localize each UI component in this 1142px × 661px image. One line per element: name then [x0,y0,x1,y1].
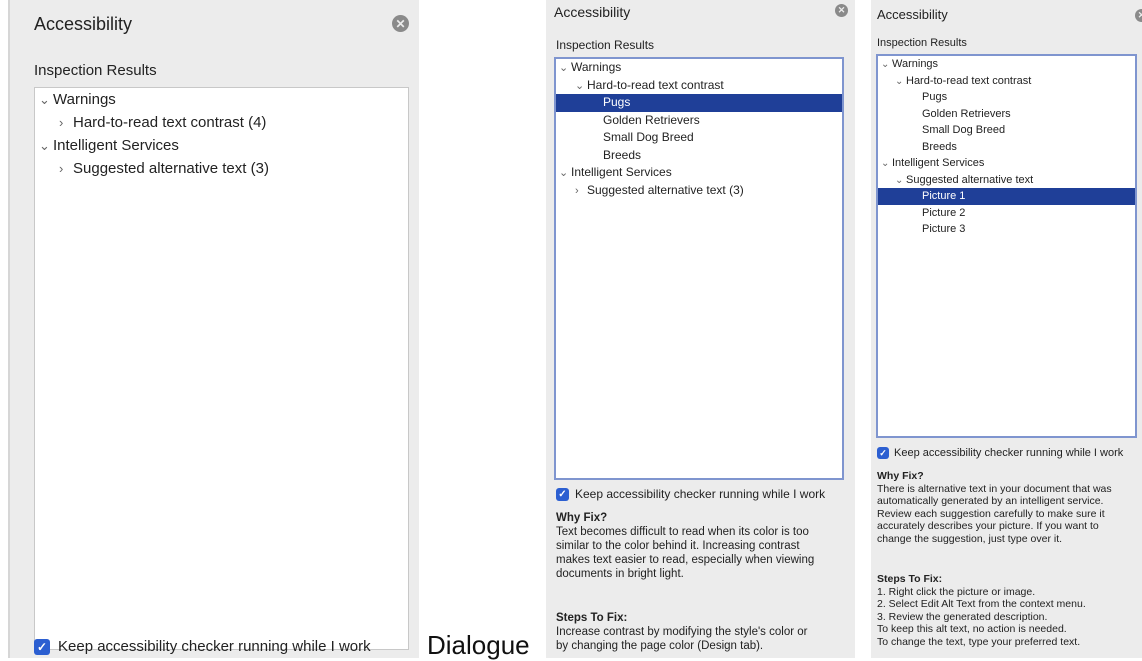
why-fix-line: change the suggestion, just type over it… [877,532,1063,545]
pane-title: Accessibility [877,7,948,22]
pane-title: Accessibility [34,14,133,34]
tree-item-intelligent-services[interactable]: ⌄ Intelligent Services [556,164,842,182]
keep-checker-running-checkbox[interactable]: ✓ Keep accessibility checker running whi… [34,638,371,655]
accessibility-pane-alt-text: Accessibility ✕ Inspection Results ⌄ Warn… [871,0,1142,658]
chevron-down-icon[interactable]: ⌄ [895,74,906,91]
why-fix-section: Why Fix? Text becomes difficult to read … [556,511,850,581]
tree-item-hard-to-read-contrast[interactable]: ⌄ Hard-to-read text contrast [556,77,842,95]
chevron-down-icon[interactable]: ⌄ [559,60,571,78]
why-fix-heading: Why Fix? [556,512,608,524]
keep-checker-running-checkbox[interactable]: ✓ Keep accessibility checker running whi… [877,447,1123,459]
close-icon[interactable]: ✕ [1135,9,1142,22]
keep-checker-running-checkbox[interactable]: ✓ Keep accessibility checker running whi… [556,487,825,501]
chevron-right-icon[interactable]: › [59,157,73,180]
tree-item-golden-retrievers[interactable]: Golden Retrievers [878,106,1135,123]
steps-line: Increase contrast by modifying the style… [556,626,808,638]
tree-item-suggested-alt-text[interactable]: › Suggested alternative text (3) [556,182,842,200]
chevron-down-icon[interactable]: ⌄ [881,57,892,74]
pane-title: Accessibility [554,4,631,20]
tree-item-pugs[interactable]: Pugs [556,94,842,112]
inspection-results-heading: Inspection Results [34,62,157,79]
tree-item-intelligent-services[interactable]: ⌄ Intelligent Services [35,134,408,157]
keep-checker-label: Keep accessibility checker running while… [58,638,371,655]
keep-checker-label: Keep accessibility checker running while… [894,447,1124,459]
tree-item-picture-1[interactable]: Picture 1 [878,188,1135,205]
steps-heading: Steps To Fix: [877,573,943,585]
why-fix-section: Why Fix? There is alternative text in yo… [877,470,1139,545]
tree-item-warnings[interactable]: ⌄ Warnings [556,59,842,77]
why-fix-line: Text becomes difficult to read when its … [556,526,809,538]
chevron-right-icon[interactable]: › [575,183,587,201]
inspection-results-heading: Inspection Results [556,38,655,52]
why-fix-line: Review each suggestion carefully to make… [877,507,1105,520]
checkmark-icon[interactable]: ✓ [34,638,50,655]
steps-to-fix-section: Steps To Fix: Increase contrast by modif… [556,611,850,653]
steps-line: 1. Right click the picture or image. [877,585,1036,598]
steps-heading: Steps To Fix: [556,612,628,624]
steps-line: by changing the page color (Design tab). [556,640,764,652]
tree-item-picture-3[interactable]: Picture 3 [878,221,1135,238]
chevron-down-icon[interactable]: ⌄ [39,134,53,157]
checkmark-icon[interactable]: ✓ [556,487,569,501]
keep-checker-label: Keep accessibility checker running while… [575,487,826,501]
tree-item-golden-retrievers[interactable]: Golden Retrievers [556,112,842,130]
tree-item-breeds[interactable]: Breeds [556,147,842,165]
inspection-results-tree[interactable]: ⌄ Warnings ⌄ Hard-to-read text contrast Pu… [876,54,1137,438]
why-fix-line: similar to the color behind it. Increasi… [556,540,800,552]
close-icon[interactable]: ✕ [835,4,848,17]
tree-item-small-dog-breed[interactable]: Small Dog Breed [556,129,842,147]
why-fix-line: makes text easier to read, especially wh… [556,554,815,566]
inspection-results-tree[interactable]: ⌄ Warnings › Hard-to-read text contrast (4… [34,87,409,650]
tree-item-picture-2[interactable]: Picture 2 [878,205,1135,222]
steps-to-fix-section: Steps To Fix: 1. Right click the picture… [877,573,1139,648]
tree-item-warnings[interactable]: ⌄ Warnings [35,88,408,111]
accessibility-pane-contrast: Accessibility ✕ Inspection Results ⌄ Warn… [546,0,855,658]
tree-item-hard-to-read-contrast[interactable]: › Hard-to-read text contrast (4) [35,111,408,134]
why-fix-line: There is alternative text in your docume… [877,482,1112,495]
why-fix-heading: Why Fix? [877,470,924,482]
tree-item-hard-to-read-contrast[interactable]: ⌄ Hard-to-read text contrast [878,73,1135,90]
chevron-down-icon[interactable]: ⌄ [559,165,571,183]
steps-line: 2. Select Edit Alt Text from the context… [877,598,1086,610]
tree-item-intelligent-services[interactable]: ⌄ Intelligent Services [878,155,1135,172]
steps-line: To keep this alt text, no action is need… [877,623,1067,635]
tree-item-small-dog-breed[interactable]: Small Dog Breed [878,122,1135,139]
chevron-down-icon[interactable]: ⌄ [575,78,587,96]
steps-line: 3. Review the generated description. [877,610,1048,623]
why-fix-line: accurately describes your picture. If yo… [877,520,1099,532]
chevron-right-icon[interactable]: › [59,111,73,134]
why-fix-line: documents in bright light. [556,568,684,580]
tree-item-suggested-alt-text[interactable]: › Suggested alternative text (3) [35,157,408,180]
chevron-down-icon[interactable]: ⌄ [895,173,906,190]
figure-caption: Dialogue [427,630,530,660]
chevron-down-icon[interactable]: ⌄ [881,156,892,173]
tree-item-pugs[interactable]: Pugs [878,89,1135,106]
inspection-results-heading: Inspection Results [877,37,967,49]
close-icon[interactable]: ✕ [392,15,409,32]
steps-line: To change the text, type your preferred … [877,635,1081,648]
checkmark-icon[interactable]: ✓ [877,447,889,459]
why-fix-line: automatically generated by an intelligen… [877,495,1104,507]
tree-item-breeds[interactable]: Breeds [878,139,1135,156]
accessibility-pane-collapsed: Accessibility ✕ Inspection Results ⌄ Warn… [8,0,419,658]
tree-item-suggested-alt-text[interactable]: ⌄ Suggested alternative text [878,172,1135,189]
chevron-down-icon[interactable]: ⌄ [39,88,53,111]
tree-item-warnings[interactable]: ⌄ Warnings [878,56,1135,73]
inspection-results-tree[interactable]: ⌄ Warnings ⌄ Hard-to-read text contrast Pu… [554,57,844,480]
